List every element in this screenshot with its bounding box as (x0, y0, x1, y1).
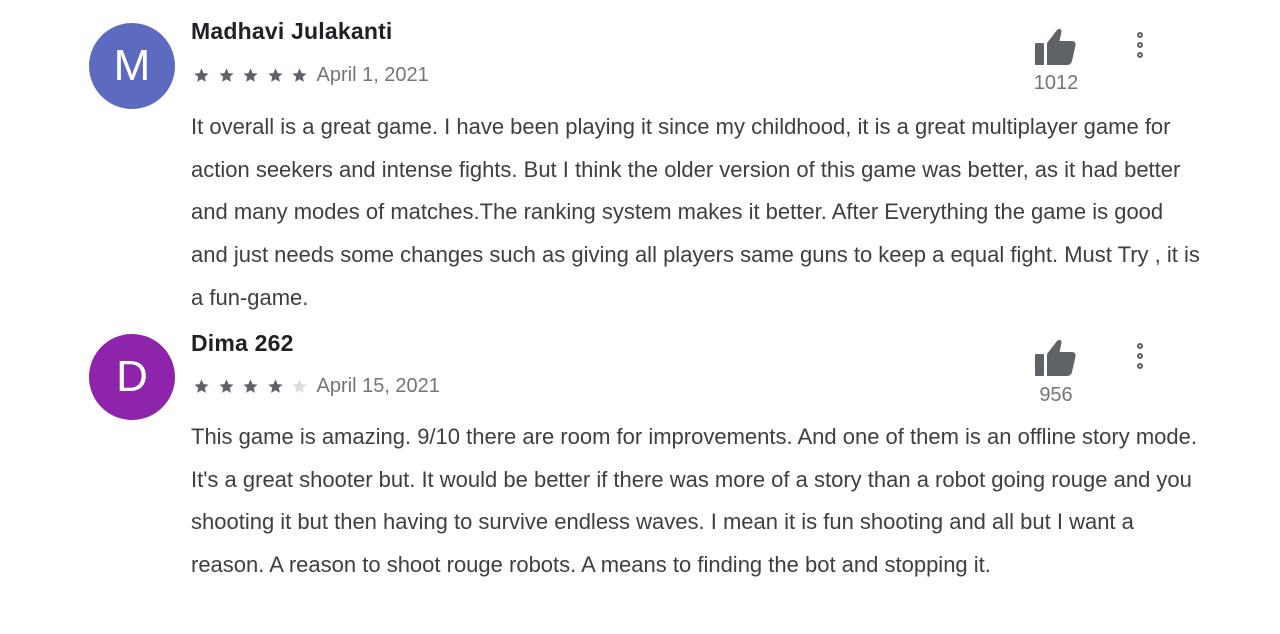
review-text: This game is amazing. 9/10 there are roo… (191, 424, 1197, 578)
review-date: April 15, 2021 (316, 374, 440, 397)
helpful-button[interactable] (1033, 338, 1079, 380)
review-author: Madhavi Julakanti (191, 18, 393, 44)
helpful-button[interactable] (1033, 27, 1079, 69)
helpful-count: 956 (1039, 384, 1073, 406)
review-card: M Madhavi Julakanti April 1, 2021 It ove… (0, 0, 1280, 316)
thumbs-up-icon (1035, 28, 1076, 66)
more-options-button[interactable] (1130, 340, 1152, 376)
stars-container (193, 67, 316, 84)
star-filled-icon (242, 67, 259, 84)
avatar[interactable]: M (89, 23, 175, 109)
review-text: It overall is a great game. I have been … (191, 114, 1200, 310)
more-vert-icon (1137, 32, 1143, 38)
star-empty-icon (291, 378, 308, 395)
star-filled-icon (218, 378, 235, 395)
more-vert-icon (1137, 343, 1143, 349)
star-rating: April 15, 2021 (193, 374, 440, 398)
stars-container (193, 378, 316, 395)
star-filled-icon (291, 67, 308, 84)
star-filled-icon (193, 67, 210, 84)
star-filled-icon (242, 378, 259, 395)
more-options-button[interactable] (1130, 29, 1152, 65)
star-filled-icon (218, 67, 235, 84)
thumbs-up-icon (1035, 339, 1076, 376)
helpful-count: 1012 (1033, 72, 1079, 94)
review-card: D Dima 262 April 15, 2021 This game is a… (0, 316, 1280, 634)
review-date: April 1, 2021 (316, 63, 429, 86)
star-filled-icon (267, 67, 284, 84)
star-rating: April 1, 2021 (193, 63, 429, 87)
star-filled-icon (193, 378, 210, 395)
review-author: Dima 262 (191, 330, 294, 356)
avatar[interactable]: D (89, 334, 175, 420)
star-filled-icon (267, 378, 284, 395)
